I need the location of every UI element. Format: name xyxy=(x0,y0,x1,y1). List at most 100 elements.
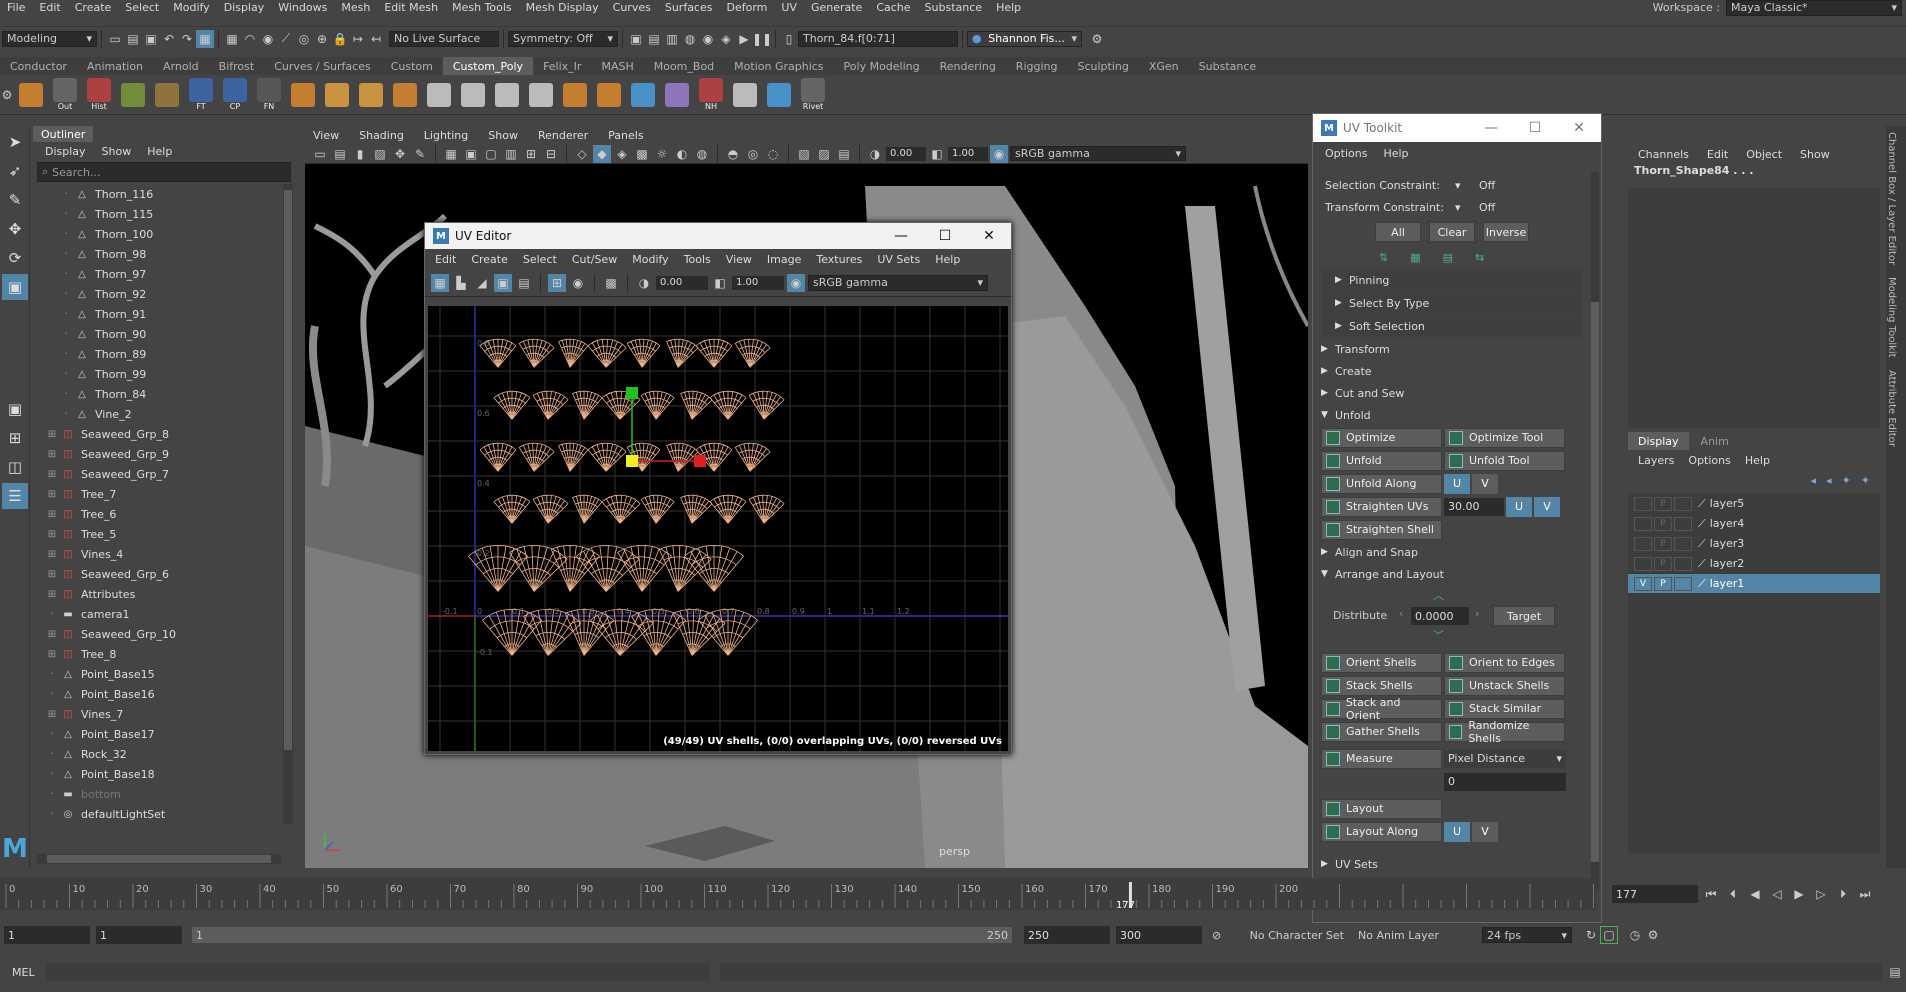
safe-action-icon[interactable]: ⊟ xyxy=(542,145,560,163)
select-shell-icon[interactable]: ▦ xyxy=(1410,251,1420,264)
layer-tab-display[interactable]: Display xyxy=(1628,432,1689,450)
shelf-button-5[interactable] xyxy=(153,78,181,112)
shelf-button-4[interactable] xyxy=(119,78,147,112)
straighten-u-toggle[interactable]: U xyxy=(1506,496,1532,517)
select-unmapped-icon[interactable]: ⇆ xyxy=(1475,251,1484,264)
snap-surface-icon[interactable]: ◎ xyxy=(295,30,313,48)
layer-playback-toggle[interactable]: P xyxy=(1654,556,1672,571)
outliner-layout-icon[interactable]: ☰ xyxy=(2,483,28,509)
play-back-icon[interactable]: ◁ xyxy=(1768,885,1786,903)
outliner-menu-show[interactable]: Show xyxy=(102,145,132,158)
expand-icon[interactable]: ⊞ xyxy=(45,709,59,720)
layer-row[interactable]: V P ⟋ layer1 xyxy=(1628,574,1880,594)
outliner-menu-help[interactable]: Help xyxy=(147,145,172,158)
straighten-shell-button[interactable]: Straighten Shell xyxy=(1321,519,1442,540)
input-ops-icon[interactable]: ↦ xyxy=(349,30,367,48)
outliner-item[interactable]: · △ Thorn_91 xyxy=(33,304,281,324)
outliner-item[interactable]: · △ Thorn_90 xyxy=(33,324,281,344)
current-frame-field[interactable]: 177 xyxy=(1612,885,1698,903)
step-back-key-icon[interactable]: ⏴ xyxy=(1724,885,1742,903)
uv-grid-icon[interactable]: ⊞ xyxy=(548,273,566,292)
script-editor-icon[interactable]: ▤ xyxy=(1886,963,1904,981)
time-slider[interactable]: 0 10 20 30 40 50 60 70 80 90 100 110 120 130 140 150 160… xyxy=(0,878,1596,911)
anim-layer-dropdown[interactable]: No Anim Layer xyxy=(1354,927,1472,943)
uv-shell[interactable] xyxy=(748,494,785,524)
uv-shell[interactable] xyxy=(734,338,771,368)
xray-joints-icon[interactable]: ◌ xyxy=(764,145,782,163)
side-tab-modeling-toolkit[interactable]: Modeling Toolkit xyxy=(1886,271,1897,364)
shelf-button-14[interactable] xyxy=(459,78,487,112)
field-chart-icon[interactable]: ⊞ xyxy=(522,145,540,163)
channel-menu-object[interactable]: Object xyxy=(1746,148,1782,161)
arnold-render-icon[interactable]: ◈ xyxy=(717,30,735,48)
layer-visibility-toggle[interactable] xyxy=(1634,496,1652,511)
uv-canvas[interactable]: -0.100.10.20.30.40.50.60.70.80.911.11.20… xyxy=(428,306,1008,751)
menu-surfaces[interactable]: Surfaces xyxy=(658,1,720,14)
pixel-snap-icon[interactable]: ◉ xyxy=(569,274,587,292)
viewport-menu-show[interactable]: Show xyxy=(488,129,518,142)
shelf-tab-custom[interactable]: Custom xyxy=(381,57,443,75)
layer-display-type-toggle[interactable] xyxy=(1674,556,1692,571)
uv-distortion-icon[interactable]: ◢ xyxy=(473,274,491,292)
anim-prefs-icon[interactable]: ◷ xyxy=(1626,926,1644,944)
layer-row[interactable]: P ⟋ layer3 xyxy=(1628,534,1880,554)
display-image-icon[interactable]: ▣ xyxy=(494,273,512,292)
uv-shell[interactable] xyxy=(695,338,733,368)
menu-mesh-display[interactable]: Mesh Display xyxy=(519,1,606,14)
uv-shell[interactable] xyxy=(709,390,747,420)
uv-shell[interactable] xyxy=(601,494,641,524)
output-ops-icon[interactable]: ↤ xyxy=(367,30,385,48)
lasso-tool-icon[interactable]: ➶ xyxy=(2,158,28,184)
resolution-gate-icon[interactable]: ▢ xyxy=(482,145,500,163)
sound-icon[interactable]: ⚙ xyxy=(1644,926,1662,944)
shadows-icon[interactable]: ◐ xyxy=(673,145,691,163)
menu-create[interactable]: Create xyxy=(68,1,119,14)
uv-toolkit-scrollbar[interactable] xyxy=(1591,172,1599,890)
mel-label[interactable]: MEL xyxy=(12,966,46,979)
uv-menu-tools[interactable]: Tools xyxy=(684,253,711,266)
shelf-tab-curves-surfaces[interactable]: Curves / Surfaces xyxy=(264,57,381,75)
menu-edit-mesh[interactable]: Edit Mesh xyxy=(377,1,445,14)
uv-shell[interactable] xyxy=(734,442,771,472)
shelf-button-24[interactable]: Rivet xyxy=(799,78,827,112)
help-icon[interactable]: ⚙ xyxy=(1088,30,1106,48)
arrange-layout-section-header[interactable]: ▼ Arrange and Layout xyxy=(1313,563,1591,585)
camera-attributes-icon[interactable]: ▤ xyxy=(331,145,349,163)
shelf-button-23[interactable] xyxy=(765,78,793,112)
orient-shells-button[interactable]: Orient Shells xyxy=(1321,652,1442,673)
menu-cache[interactable]: Cache xyxy=(869,1,917,14)
select-tool-icon[interactable]: ➤ xyxy=(2,129,28,155)
shelf-button-21[interactable]: NH xyxy=(697,78,725,112)
outliner-item[interactable]: · △ Point_Base17 xyxy=(33,724,281,744)
shelf-tab-custom-poly[interactable]: Custom_Poly xyxy=(442,57,534,75)
open-scene-icon[interactable]: ▤ xyxy=(124,30,142,48)
menu-edit[interactable]: Edit xyxy=(32,1,67,14)
shelf-button-2[interactable]: Out xyxy=(51,78,79,112)
lighting-icon[interactable]: ☼ xyxy=(653,145,671,163)
outliner-item[interactable]: · △ Thorn_97 xyxy=(33,264,281,284)
gamma-icon[interactable]: ◧ xyxy=(928,145,946,163)
shelf-tab-mash[interactable]: MASH xyxy=(591,57,643,75)
shelf-tab-xgen[interactable]: XGen xyxy=(1139,57,1189,75)
grease-pencil-icon[interactable]: ✎ xyxy=(411,145,429,163)
optimize-button[interactable]: Optimize xyxy=(1321,427,1442,448)
subsection-pinning[interactable]: ▶ Pinning xyxy=(1321,269,1583,291)
render-view-icon[interactable]: ▤ xyxy=(645,30,663,48)
viewport-menu-panels[interactable]: Panels xyxy=(608,129,643,142)
layer-playback-toggle[interactable]: P xyxy=(1654,516,1672,531)
distribute-left-icon[interactable]: ‹ xyxy=(1399,607,1403,620)
rotate-tool-icon[interactable]: ⟳ xyxy=(2,245,28,271)
move-layer-down-icon[interactable]: ◂ xyxy=(1826,474,1832,487)
shelf-button-3[interactable]: Hist xyxy=(85,78,113,112)
camera-select-icon[interactable]: ▭ xyxy=(311,145,329,163)
expand-icon[interactable]: ⊞ xyxy=(45,469,59,480)
wireframe-icon[interactable]: ◇ xyxy=(573,145,591,163)
shelf-tab-poly-modeling[interactable]: Poly Modeling xyxy=(834,57,930,75)
loop-icon[interactable]: ↻ xyxy=(1582,926,1600,944)
outliner-item[interactable]: · △ Thorn_100 xyxy=(33,224,281,244)
menu-generate[interactable]: Generate xyxy=(804,1,869,14)
uv-toolkit-menu-help[interactable]: Help xyxy=(1383,147,1408,160)
uv-shell-icon[interactable]: ▦ xyxy=(431,273,449,292)
uv-shell[interactable] xyxy=(479,442,517,472)
xray-icon[interactable]: ◎ xyxy=(744,145,762,163)
